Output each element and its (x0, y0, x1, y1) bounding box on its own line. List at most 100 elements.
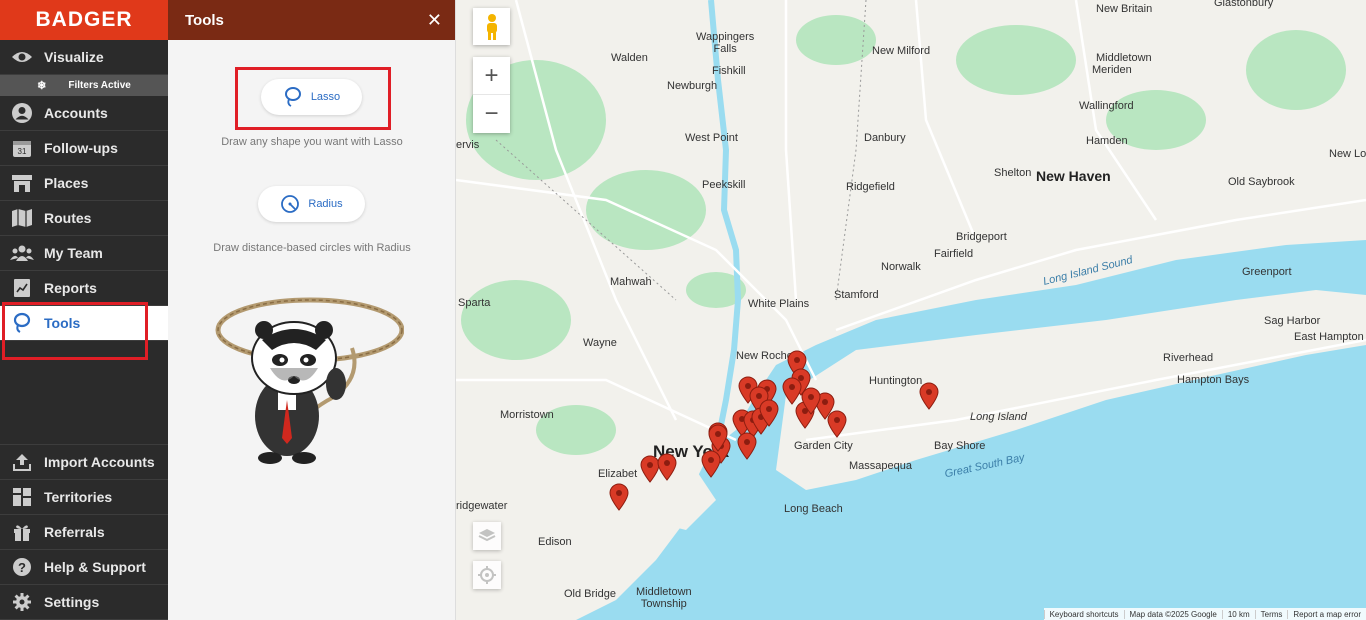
map-label-east-hampton: East Hampton (1294, 331, 1364, 343)
account-pin[interactable] (759, 399, 779, 427)
gear-icon (10, 590, 34, 614)
map-label-riverhead: Riverhead (1163, 352, 1214, 364)
map-label-peekskill: Peekskill (702, 179, 746, 191)
map-label-massapequa: Massapequa (849, 460, 912, 472)
sidebar-item-settings[interactable]: Settings (0, 585, 168, 620)
keyboard-shortcuts-link[interactable]: Keyboard shortcuts (1043, 609, 1124, 619)
map-label-elizabeth: Elizabet (598, 468, 638, 480)
route-map-icon (10, 206, 34, 230)
map-label-norwalk: Norwalk (881, 261, 921, 273)
sidebar-item-referrals[interactable]: Referrals (0, 515, 168, 550)
map-canvas (456, 0, 1366, 620)
calendar-icon: 31 (10, 136, 34, 160)
badger-lasso-illustration (215, 297, 404, 464)
map-label-bridgeport: Bridgeport (956, 231, 1007, 243)
sidebar-item-label: Follow-ups (44, 140, 118, 156)
account-pin[interactable] (737, 432, 757, 460)
map-label-edison: Edison (538, 536, 572, 548)
account-pin[interactable] (919, 382, 939, 410)
map-label-old-saybrook: Old Saybrook (1228, 176, 1295, 188)
map-label-shelton: Shelton (994, 167, 1032, 179)
sidebar-item-label: Settings (44, 594, 100, 610)
sidebar-item-import-accounts[interactable]: Import Accounts (0, 445, 168, 480)
radius-description: Draw distance-based circles with Radius (213, 242, 411, 254)
zoom-out-button[interactable]: − (473, 95, 510, 133)
map-label-new-britain: New Britain (1096, 3, 1153, 15)
sidebar-item-routes[interactable]: Routes (0, 201, 168, 236)
sidebar-item-help-support[interactable]: ? Help & Support (0, 550, 168, 585)
map-attribution: Keyboard shortcuts Map data ©2025 Google… (1043, 608, 1366, 620)
map-label-new-milford: New Milford (872, 45, 931, 57)
map-layers-button[interactable] (473, 522, 501, 550)
map-label-long-island: Long Island (970, 411, 1027, 423)
sidebar-item-label: Routes (44, 210, 92, 226)
snowflake-icon: ❄ (37, 80, 47, 92)
app-root: BADGER Visualize ❄ Filters Active Accoun… (0, 0, 1366, 620)
lasso-description: Draw any shape you want with Lasso (221, 136, 403, 148)
map-label-newburgh: Newburgh (667, 80, 718, 92)
sidebar-item-label: Reports (44, 280, 97, 296)
sidebar-item-my-team[interactable]: My Team (0, 236, 168, 271)
map-label-ridgefield: Ridgefield (846, 181, 895, 193)
filters-active-label: Filters Active (68, 80, 131, 91)
account-pin[interactable] (708, 424, 728, 452)
filters-active-badge[interactable]: ❄ Filters Active (0, 75, 168, 96)
map-label-new-london: New Lon (1329, 148, 1366, 160)
account-pin[interactable] (609, 483, 629, 511)
sidebar-item-accounts[interactable]: Accounts (0, 96, 168, 131)
sidebar-item-label: Visualize (44, 49, 104, 65)
sidebar-item-visualize[interactable]: Visualize (0, 40, 168, 75)
map-label-hamden: Hamden (1086, 135, 1128, 147)
territory-grid-icon (10, 485, 34, 509)
terms-link[interactable]: Terms (1254, 609, 1288, 619)
sidebar-item-label: Help & Support (44, 559, 146, 575)
svg-text:?: ? (18, 560, 26, 575)
sidebar-item-places[interactable]: Places (0, 166, 168, 201)
sidebar-item-territories[interactable]: Territories (0, 480, 168, 515)
map-label-mahwah: Mahwah (610, 276, 652, 288)
map-label-middletown: Middletown (1096, 52, 1152, 64)
account-pin[interactable] (701, 450, 721, 478)
map-label-glastonbury: Glastonbury (1214, 0, 1274, 9)
map-label-danbury: Danbury (864, 132, 906, 144)
map-label-wayne: Wayne (583, 337, 617, 349)
radius-button[interactable]: Radius (258, 186, 365, 222)
tools-panel-header: Tools ✕ (168, 0, 455, 40)
my-location-button[interactable] (473, 561, 501, 589)
layers-icon (478, 529, 496, 542)
zoom-in-button[interactable]: + (473, 57, 510, 95)
sidebar-item-label: My Team (44, 245, 103, 261)
store-icon (10, 171, 34, 195)
user-circle-icon (10, 101, 34, 125)
sidebar-item-label: Referrals (44, 524, 105, 540)
street-view-pegman-button[interactable] (473, 8, 510, 45)
logo-bar[interactable]: BADGER (0, 0, 168, 40)
report-error-link[interactable]: Report a map error (1287, 609, 1366, 619)
map-label-wappingers-falls: Wappingers Falls (696, 31, 755, 55)
sidebar-item-reports[interactable]: Reports (0, 271, 168, 306)
map-view[interactable]: Walden Wappingers Falls Fishkill Newburg… (456, 0, 1366, 620)
map-label-old-bridge: Old Bridge (564, 588, 616, 600)
map-label-west-point: West Point (685, 132, 738, 144)
sidebar-item-follow-ups[interactable]: 31 Follow-ups (0, 131, 168, 166)
close-icon[interactable]: ✕ (427, 10, 442, 31)
map-label-greenport: Greenport (1242, 266, 1292, 278)
account-pin[interactable] (827, 410, 847, 438)
map-label-walden: Walden (611, 52, 648, 64)
map-label-sparta: Sparta (458, 297, 491, 309)
account-pin[interactable] (657, 453, 677, 481)
map-label-bridgewater: ridgewater (456, 500, 508, 512)
sidebar-item-label: Import Accounts (44, 454, 155, 470)
map-scale[interactable]: 10 km (1221, 609, 1255, 619)
sidebar-item-label: Places (44, 175, 89, 191)
map-label-huntington: Huntington (869, 375, 923, 387)
help-icon: ? (10, 555, 34, 579)
map-label-white-plains: White Plains (748, 298, 810, 310)
sidebar-item-label: Territories (44, 489, 113, 505)
report-icon (10, 276, 34, 300)
map-label-fairfield: Fairfield (934, 248, 974, 260)
map-label-stamford: Stamford (834, 289, 879, 301)
account-pin[interactable] (801, 387, 821, 415)
map-label-bay-shore: Bay Shore (934, 440, 986, 452)
map-label-jervis: ervis (456, 139, 480, 151)
